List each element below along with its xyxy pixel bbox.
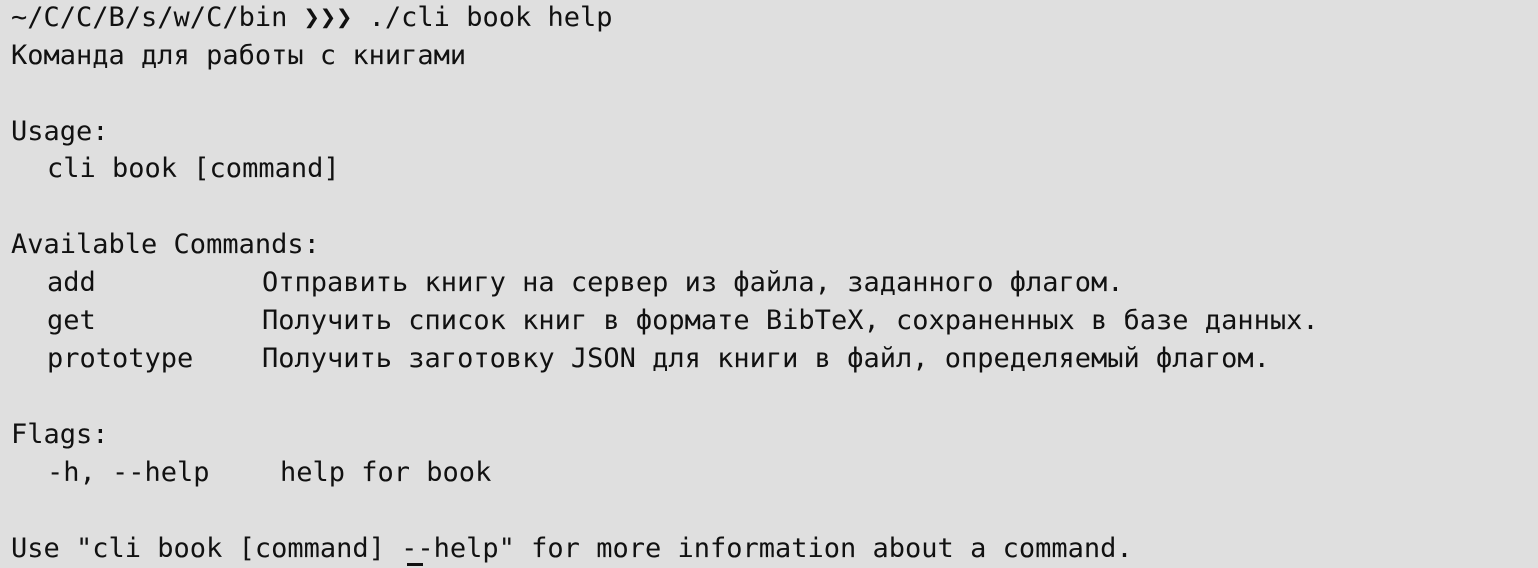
usage-text: cli book [command] xyxy=(47,153,340,184)
prompt-line: ~/C/C/B/s/w/C/bin ❯❯❯ ./cli book help xyxy=(11,0,613,37)
prompt-command: ./cli book help xyxy=(368,2,613,33)
command-row: add Отправить книгу на сервер из файла, з… xyxy=(11,264,1124,302)
command-row: get Получить список книг в формате BibTeX… xyxy=(11,302,1319,340)
flags-heading: Flags: xyxy=(11,419,109,450)
command-name: prototype xyxy=(47,343,194,374)
command-description-text: Отправить книгу на сервер из файла, зада… xyxy=(262,267,1124,298)
footer-hint: Use "cli book [command] --help" for more… xyxy=(11,533,1133,564)
flag-description: help for book xyxy=(280,457,492,488)
prompt-arrows-icon: ❯❯❯ xyxy=(303,2,353,33)
command-row: prototype Получить заготовку JSON для кни… xyxy=(11,340,1270,378)
command-description-text: Получить заготовку JSON для книги в файл… xyxy=(262,343,1270,374)
commands-heading: Available Commands: xyxy=(11,229,320,260)
command-name: get xyxy=(47,305,96,336)
flag-name: -h, --help xyxy=(47,457,210,488)
command-description-text: Получить список книг в формате BibTeX, с… xyxy=(262,305,1319,336)
terminal-window[interactable]: ~/C/C/B/s/w/C/bin ❯❯❯ ./cli book help Ко… xyxy=(0,0,1538,568)
command-description: Команда для работы с книгами xyxy=(11,40,467,71)
text-cursor xyxy=(407,563,423,566)
usage-heading: Usage: xyxy=(11,116,109,147)
command-name: add xyxy=(47,267,96,298)
prompt-path: ~/C/C/B/s/w/C/bin xyxy=(11,2,288,33)
flag-row: -h, --help help for book xyxy=(11,454,491,492)
usage-line: cli book [command] xyxy=(11,150,340,188)
